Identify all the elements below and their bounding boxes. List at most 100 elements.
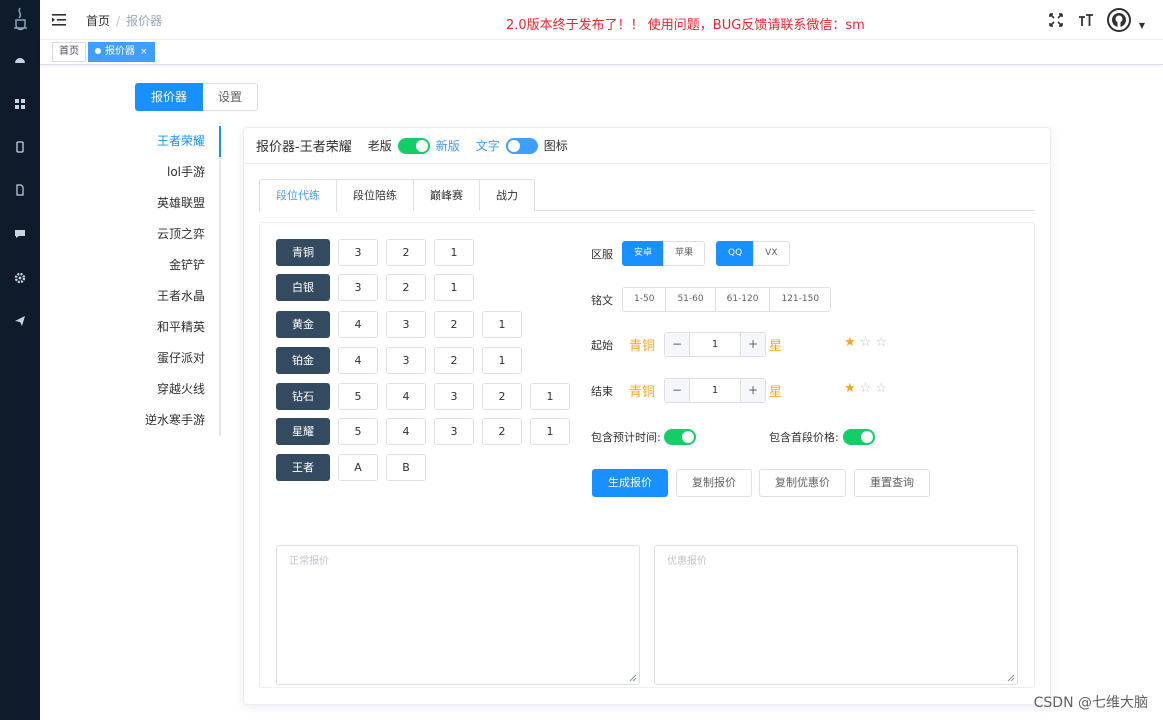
star-filled-icon[interactable]: ★ <box>844 381 856 396</box>
plus-button[interactable]: + <box>740 333 765 356</box>
end-stepper[interactable]: − 1 + <box>664 378 766 403</box>
game-item[interactable]: 蛋仔派对 <box>140 343 219 374</box>
start-star-value[interactable]: 1 <box>690 333 740 356</box>
normal-quote-textarea[interactable]: 正常报价 <box>276 545 640 685</box>
star-button[interactable]: 2 <box>434 311 474 338</box>
minus-button[interactable]: − <box>665 333 690 356</box>
star-button[interactable]: 2 <box>434 347 474 374</box>
star-button[interactable]: 2 <box>386 274 426 301</box>
star-button[interactable]: 3 <box>434 418 474 445</box>
star-button[interactable]: 5 <box>338 418 378 445</box>
include-first-price-switch[interactable] <box>843 429 875 445</box>
grid-icon[interactable] <box>12 96 28 112</box>
star-button[interactable]: A <box>338 454 378 481</box>
inscription-option[interactable]: 61-120 <box>714 287 771 312</box>
end-star-rating[interactable]: ★ ☆ ☆ <box>844 381 887 396</box>
resize-grip-icon[interactable] <box>629 674 637 682</box>
star-empty-icon[interactable]: ☆ <box>860 335 872 350</box>
reset-query-button[interactable]: 重置查询 <box>854 469 930 497</box>
start-stepper[interactable]: − 1 + <box>664 332 766 357</box>
rank-label[interactable]: 星耀 <box>276 418 330 445</box>
minus-button[interactable]: − <box>665 379 690 402</box>
tab-settings[interactable]: 设置 <box>203 83 259 111</box>
star-button[interactable]: B <box>386 454 426 481</box>
app-logo-icon[interactable] <box>7 6 33 32</box>
rank-label[interactable]: 白银 <box>276 274 330 301</box>
display-switch[interactable] <box>505 137 538 154</box>
tab-rank-boost[interactable]: 段位代练 <box>259 179 337 212</box>
breadcrumb-home[interactable]: 首页 <box>86 14 110 28</box>
game-item[interactable]: 王者水晶 <box>140 281 219 312</box>
send-icon[interactable] <box>12 313 28 329</box>
copy-quote-button[interactable]: 复制报价 <box>676 469 752 497</box>
star-button[interactable]: 5 <box>338 383 378 410</box>
star-button[interactable]: 1 <box>434 239 474 266</box>
platform-ios[interactable]: 苹果 <box>663 241 706 266</box>
game-item[interactable]: 穿越火线 <box>140 374 219 405</box>
star-button[interactable]: 3 <box>338 239 378 266</box>
star-button[interactable]: 2 <box>386 239 426 266</box>
star-filled-icon[interactable]: ★ <box>844 335 856 350</box>
copy-discount-button[interactable]: 复制优惠价 <box>759 469 846 497</box>
star-button[interactable]: 1 <box>482 347 522 374</box>
tab-peak-match[interactable]: 巅峰赛 <box>414 179 480 211</box>
inscription-option[interactable]: 51-60 <box>665 287 716 312</box>
rank-label[interactable]: 王者 <box>276 454 330 481</box>
rank-label[interactable]: 钻石 <box>276 383 330 410</box>
star-button[interactable]: 3 <box>386 311 426 338</box>
game-item[interactable]: 逆水寒手游 <box>140 405 219 436</box>
account-qq[interactable]: QQ <box>716 241 755 266</box>
star-empty-icon[interactable]: ☆ <box>875 335 887 350</box>
plus-button[interactable]: + <box>740 379 765 402</box>
star-button[interactable]: 4 <box>338 347 378 374</box>
game-item[interactable]: 云顶之弈 <box>140 219 219 250</box>
resize-grip-icon[interactable] <box>1007 674 1015 682</box>
github-avatar-icon[interactable] <box>1106 8 1131 32</box>
game-item[interactable]: 王者荣耀 <box>140 126 221 157</box>
tag-home[interactable]: 首页 <box>52 42 86 62</box>
include-time-switch[interactable] <box>664 429 696 445</box>
star-button[interactable]: 3 <box>386 347 426 374</box>
tab-rank-companion[interactable]: 段位陪练 <box>337 179 414 211</box>
phone-icon[interactable] <box>12 139 28 155</box>
rank-label[interactable]: 铂金 <box>276 347 330 374</box>
inscription-option[interactable]: 1-50 <box>622 287 667 312</box>
tab-power[interactable]: 战力 <box>480 179 535 211</box>
dashboard-icon[interactable] <box>12 52 28 68</box>
star-button[interactable]: 1 <box>434 274 474 301</box>
game-item[interactable]: 英雄联盟 <box>140 188 219 219</box>
tab-quoter[interactable]: 报价器 <box>135 83 204 111</box>
star-button[interactable]: 4 <box>338 311 378 338</box>
generate-quote-button[interactable]: 生成报价 <box>592 469 668 497</box>
star-empty-icon[interactable]: ☆ <box>860 381 872 396</box>
star-button[interactable]: 3 <box>434 383 474 410</box>
star-button[interactable]: 4 <box>386 383 426 410</box>
star-button[interactable]: 3 <box>338 274 378 301</box>
message-icon[interactable] <box>12 226 28 242</box>
font-size-icon[interactable] <box>1077 11 1095 29</box>
document-icon[interactable] <box>12 182 28 198</box>
game-item[interactable]: 和平精英 <box>140 312 219 343</box>
tag-quoter[interactable]: 报价器 × <box>88 42 155 62</box>
discount-quote-textarea[interactable]: 优惠报价 <box>654 545 1018 685</box>
star-button[interactable]: 1 <box>530 383 570 410</box>
fullscreen-icon[interactable] <box>1047 11 1065 29</box>
star-button[interactable]: 1 <box>530 418 570 445</box>
hamburger-icon[interactable] <box>52 13 68 27</box>
star-button[interactable]: 1 <box>482 311 522 338</box>
end-star-value[interactable]: 1 <box>690 379 740 402</box>
game-item[interactable]: lol手游 <box>140 157 219 188</box>
close-icon[interactable]: × <box>140 47 148 57</box>
start-star-rating[interactable]: ★ ☆ ☆ <box>844 335 887 350</box>
platform-android[interactable]: 安卓 <box>622 241 665 266</box>
game-item[interactable]: 金铲铲 <box>140 250 219 281</box>
gear-icon[interactable] <box>12 270 28 286</box>
star-button[interactable]: 2 <box>482 383 522 410</box>
rank-label[interactable]: 青铜 <box>276 239 330 266</box>
version-switch[interactable] <box>397 137 430 154</box>
inscription-option[interactable]: 121-150 <box>769 287 832 312</box>
account-vx[interactable]: VX <box>753 241 790 266</box>
caret-down-icon[interactable]: ▼ <box>1139 21 1145 30</box>
star-button[interactable]: 2 <box>482 418 522 445</box>
rank-label[interactable]: 黄金 <box>276 311 330 338</box>
